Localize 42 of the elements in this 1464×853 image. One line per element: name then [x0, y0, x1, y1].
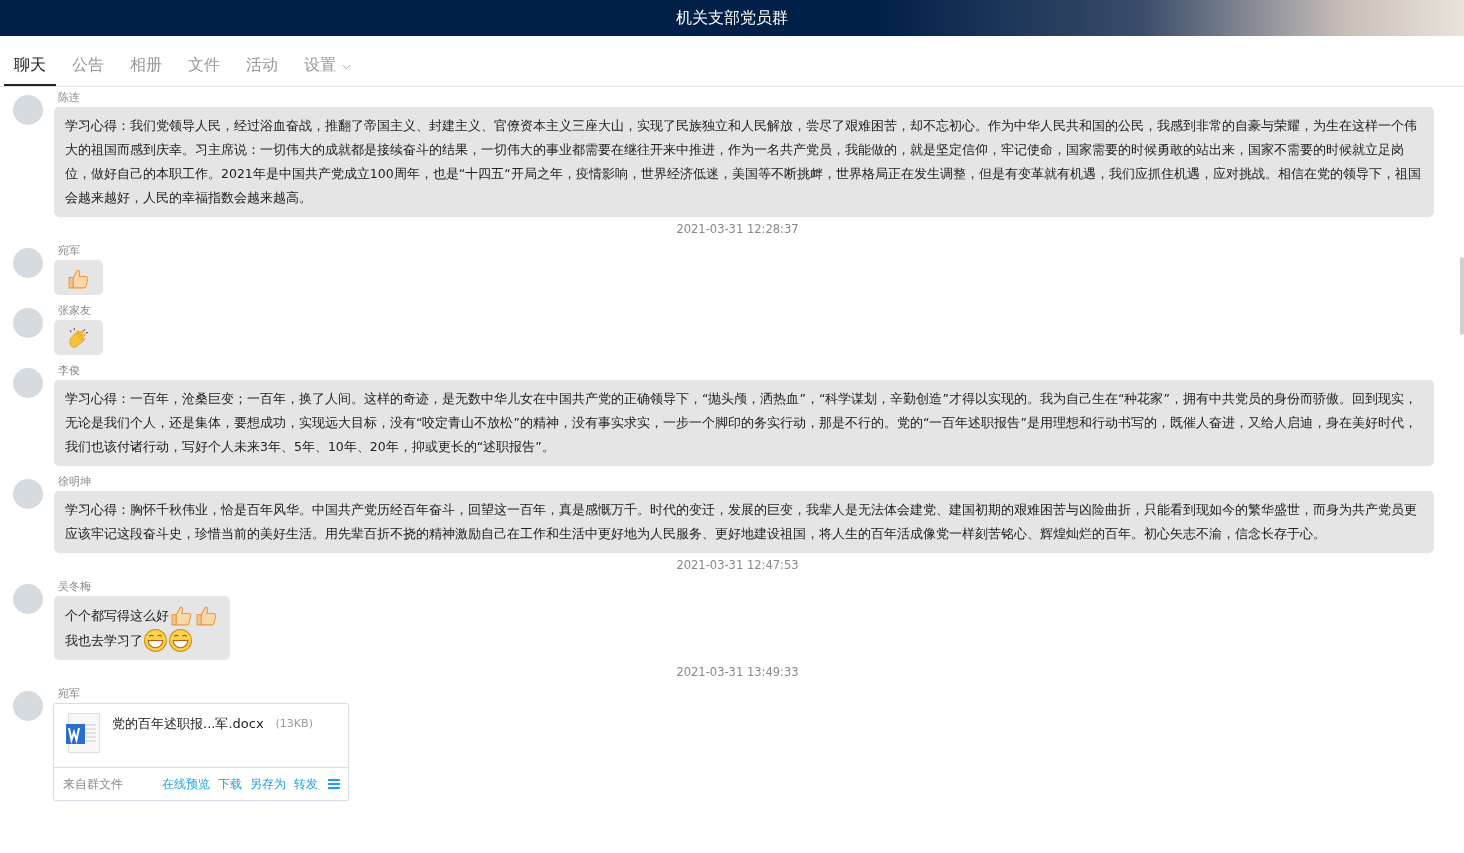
grinning-face-icon	[168, 628, 193, 653]
window-title: 机关支部党员群	[676, 7, 788, 29]
tab[interactable]: 文件	[178, 51, 230, 86]
avatar-placeholder	[13, 368, 43, 398]
sender-name: 张家友	[58, 304, 91, 318]
sender-name: 吴冬梅	[58, 580, 91, 594]
scrollbar-thumb[interactable]	[1460, 257, 1464, 335]
avatar-placeholder	[13, 308, 43, 338]
sender-name: 李俊	[58, 364, 80, 378]
file-name[interactable]: 党的百年述职报...军.docx	[112, 715, 264, 733]
grinning-face-icon	[143, 628, 168, 653]
tab[interactable]: 公告	[62, 51, 114, 86]
menu-icon[interactable]	[328, 779, 340, 789]
avatar-placeholder	[13, 95, 43, 125]
file-action-link[interactable]: 下载	[218, 775, 242, 793]
message-text: 个个都写得这么好	[65, 606, 169, 625]
tab[interactable]: 聊天	[4, 51, 56, 86]
avatar-placeholder	[13, 584, 43, 614]
sender-name: 徐明坤	[58, 475, 91, 489]
timestamp: 2021-03-31 12:47:53	[675, 558, 800, 572]
sender-name: 宛军	[58, 687, 80, 701]
file-source: 来自群文件	[63, 776, 123, 792]
avatar-placeholder	[13, 691, 43, 721]
tab[interactable]: 设置	[294, 51, 361, 86]
sender-name: 陈连	[58, 91, 80, 105]
message-text: 学习心得：我们党领导人民，经过浴血奋战，推翻了帝国主义、封建主义、官僚资本主义三座大山，实现了民族独立和人民解放，尝尽了艰难困苦，却不忘初心。作为中华人民共和国的公民，我感到非常的自豪与荣耀，为生在这样一个伟大的祖国而感到庆幸。习主席说：一切伟大的成就都是接续奋斗的结果，一切伟大的事业都需要在继往开来中推进，作为一名共产党员，我能做的，就是坚定信仰，牢记使命，国家需要的时候勇敢的站出来，国家不需要的时候就立足岗位，做好自己的本职工作。2021年是中国共产党成立100周年，也是“十四五“开局之年，疫情影响，世界经济低迷，美国等不断挑衅，世界格局正在发生调整，但是有变革就有机遇，我们应抓住机遇，应对挑战。相信在党的领导下，祖国会越来越好，人民的幸福指数会越来越高。	[65, 117, 1422, 207]
message-text: 学习心得：胸怀千秋伟业，恰是百年风华。中国共产党历经百年奋斗，回望这一百年，真是感慨万千。时代的变迁，发展的巨变，我辈人是无法体会建党、建国初期的艰难困苦与凶险曲折，只能看到现如今的繁华盛世，而身为共产党员更应该牢记这段奋斗史，珍惜当前的美好生活。用先辈百折不挠的精神激励自己在工作和生活中更好地为人民服务、更好地建设祖国，将人生的百年活成像党一样刻苦铭心、辉煌灿烂的百年。初心矢志不渝，信念长存于心。	[65, 501, 1418, 543]
tab[interactable]: 相册	[120, 51, 172, 86]
file-action-link[interactable]: 转发	[294, 775, 318, 793]
file-action-link[interactable]: 在线预览	[162, 775, 210, 793]
file-size: (13KB)	[275, 717, 313, 730]
message-text: 我也去学习了	[65, 631, 143, 650]
avatar-placeholder	[13, 479, 43, 509]
timestamp: 2021-03-31 13:49:33	[675, 665, 800, 679]
sender-name: 宛军	[58, 244, 80, 258]
tab[interactable]: 活动	[236, 51, 288, 86]
message-text: 学习心得：一百年，沧桑巨变；一百年，换了人间。这样的奇迹，是无数中华儿女在中国共产党的正确领导下，“抛头颅，洒热血”，“科学谋划，辛勤创造”才得以实现的。我为自己生在“种花家”，拥有中共党员的身份而骄傲。回到现实，无论是我们个人，还是集体，要想成功，实现远大目标，没有“咬定青山不放松”的精神，没有事实求实，一步一个脚印的务实行动，那是不行的。党的“一百年述职报告”是用理想和行动书写的，既催人奋进，又给人启迪，身在美好时代，我们也该付诸行动，写好个人未来3年、5年、10年、20年，抑或更长的“述职报告”。	[65, 390, 1418, 456]
timestamp: 2021-03-31 12:28:37	[675, 222, 800, 236]
clapping-hands-icon	[66, 326, 91, 351]
avatar-placeholder	[13, 248, 43, 278]
word-document-icon	[66, 713, 100, 753]
file-action-link[interactable]: 另存为	[250, 775, 286, 793]
